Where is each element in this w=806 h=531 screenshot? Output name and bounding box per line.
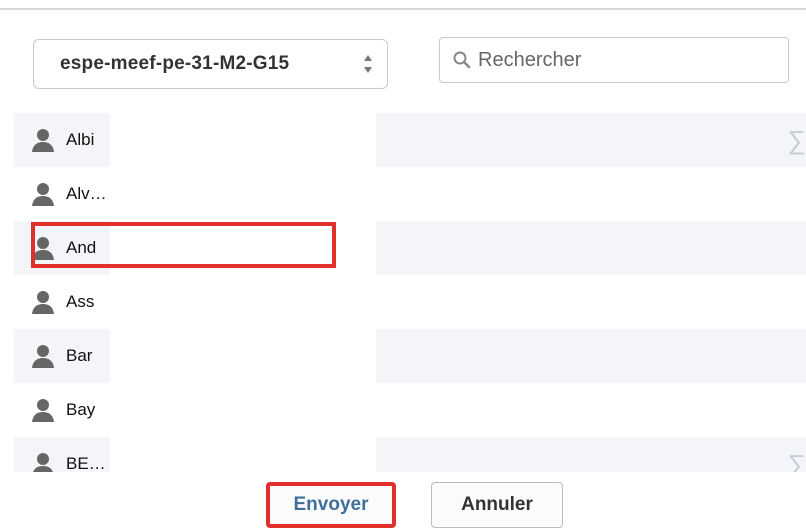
redaction-mask: [110, 383, 376, 437]
list-item[interactable]: Albi ∑: [14, 113, 806, 167]
group-select[interactable]: espe-meef-pe-31-M2-G15: [33, 39, 388, 89]
group-select-value: espe-meef-pe-31-M2-G15: [60, 53, 290, 74]
search-icon: [453, 51, 471, 69]
list-item[interactable]: Ass: [14, 275, 806, 329]
redaction-mask: [110, 167, 376, 221]
sigma-icon[interactable]: ∑: [787, 127, 806, 153]
top-divider: [0, 8, 806, 10]
user-name: And: [66, 238, 97, 257]
search-field[interactable]: [439, 37, 789, 83]
person-icon: [29, 450, 57, 472]
user-name: Bay: [66, 400, 96, 419]
person-icon: [29, 342, 57, 370]
person-icon: [29, 126, 57, 154]
redaction-mask: [110, 221, 376, 275]
person-icon: [29, 288, 57, 316]
list-item[interactable]: Bay: [14, 383, 806, 437]
list-item[interactable]: And: [14, 221, 806, 275]
list-item[interactable]: Bar: [14, 329, 806, 383]
user-name: BE…: [66, 454, 106, 472]
user-list[interactable]: Albi ∑ Alv… And Ass Bar Bay BE… ∑: [14, 113, 806, 472]
sigma-icon[interactable]: ∑: [787, 451, 806, 472]
list-item[interactable]: BE… ∑: [14, 437, 806, 472]
user-name: Bar: [66, 346, 93, 365]
redaction-mask: [110, 113, 376, 167]
person-icon: [29, 396, 57, 424]
redaction-mask: [110, 437, 376, 472]
redaction-mask: [110, 275, 376, 329]
person-icon: [29, 180, 57, 208]
list-item[interactable]: Alv…: [14, 167, 806, 221]
redaction-mask: [110, 329, 376, 383]
send-button[interactable]: Envoyer: [266, 482, 396, 528]
user-name: Alv…: [66, 184, 107, 203]
search-input[interactable]: [476, 47, 760, 73]
user-name: Albi: [66, 130, 95, 149]
user-name: Ass: [66, 292, 95, 311]
updown-arrows-icon: [364, 55, 372, 73]
cancel-button[interactable]: Annuler: [431, 482, 563, 528]
person-icon: [29, 234, 57, 262]
